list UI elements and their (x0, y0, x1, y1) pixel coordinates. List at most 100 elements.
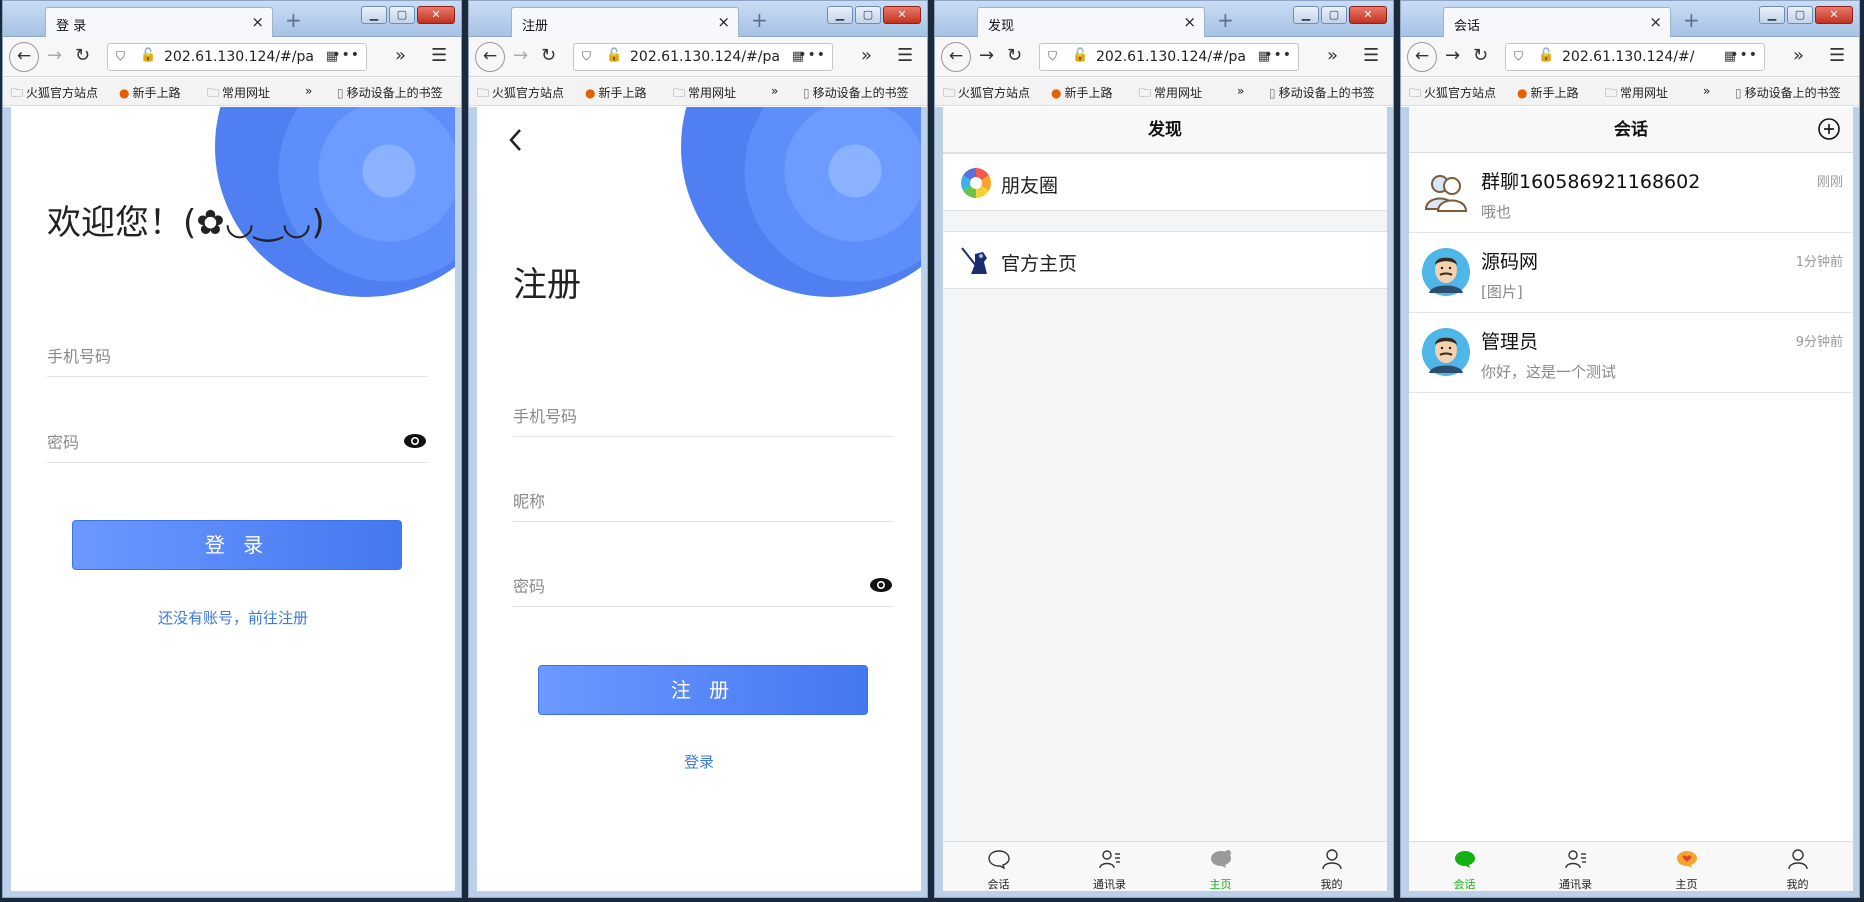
bookmark-item[interactable]: 🗀 火狐官方站点 (477, 84, 564, 105)
forward-arrow-icon[interactable]: → (47, 45, 62, 66)
bookmark-item[interactable]: ▯ 移动设备上的书签 (337, 84, 443, 101)
bookmark-item[interactable]: ▯ 移动设备上的书签 (1269, 84, 1375, 101)
reload-icon[interactable]: ↻ (1007, 45, 1022, 66)
reload-icon[interactable]: ↻ (541, 45, 556, 66)
more-icon[interactable]: ••• (1730, 47, 1758, 63)
tab-close-icon[interactable]: × (251, 13, 264, 31)
bookmark-overflow-icon[interactable]: » (1237, 84, 1244, 98)
bookmark-item[interactable]: 🗀 火狐官方站点 (1409, 84, 1496, 105)
bookmark-item[interactable]: 🗀 火狐官方站点 (943, 84, 1030, 105)
maximize-button[interactable]: ▢ (389, 6, 415, 24)
close-window-button[interactable]: ✕ (1815, 6, 1853, 24)
password-field[interactable] (47, 423, 427, 463)
tab-close-icon[interactable]: × (1183, 13, 1196, 31)
back-chevron-icon[interactable] (507, 125, 525, 155)
more-icon[interactable]: ••• (798, 47, 826, 63)
bookmark-item[interactable]: 🗀 火狐官方站点 (11, 84, 98, 105)
conversation-row[interactable]: 管理员 你好，这是一个测试 9分钟前 (1409, 313, 1853, 393)
tab-contacts[interactable]: 通讯录 (1054, 842, 1165, 893)
bookmark-overflow-icon[interactable]: » (771, 84, 778, 98)
url-text[interactable]: 202.61.130.124/#/pages/register (630, 49, 780, 65)
register-button[interactable]: 注 册 (538, 665, 868, 715)
menu-icon[interactable]: ☰ (431, 45, 447, 66)
overflow-chevron-icon[interactable]: » (1327, 45, 1338, 66)
overflow-chevron-icon[interactable]: » (861, 45, 872, 66)
tab-chat[interactable]: 会话 (943, 842, 1054, 893)
back-arrow-icon[interactable]: ← (9, 42, 39, 72)
login-link[interactable]: 登录 (477, 751, 921, 772)
browser-tab-register[interactable]: 注册 × (511, 7, 739, 37)
url-bar[interactable]: ⛉ 🔓 202.61.130.124/#/pages/register ▦ ••… (573, 43, 833, 71)
login-button[interactable]: 登 录 (72, 520, 402, 570)
browser-tab-login[interactable]: 登 录 × (45, 7, 273, 37)
add-circle-icon[interactable] (1817, 117, 1841, 141)
bookmark-item[interactable]: 🗀 常用网址 (1605, 84, 1668, 105)
tab-contacts[interactable]: 通讯录 (1520, 842, 1631, 893)
phone-field[interactable] (513, 397, 893, 437)
phone-input[interactable] (513, 397, 893, 435)
bookmark-item[interactable]: ▯ 移动设备上的书签 (803, 84, 909, 101)
close-window-button[interactable]: ✕ (1349, 6, 1387, 24)
browser-tab-chat[interactable]: 会话 × (1443, 7, 1671, 37)
password-input[interactable] (47, 423, 427, 461)
browser-tab-discover[interactable]: 发现 × (977, 7, 1205, 37)
minimize-button[interactable]: ▁ (1759, 6, 1785, 24)
menu-icon[interactable]: ☰ (897, 45, 913, 66)
eye-icon[interactable] (403, 433, 427, 449)
bookmark-item[interactable]: ● 新手上路 (1051, 84, 1113, 101)
nickname-input[interactable] (513, 482, 893, 520)
forward-arrow-icon[interactable]: → (513, 45, 528, 66)
url-bar[interactable]: ⛉ 🔓 202.61.130.124/#/pages/login ▦ ••• (107, 43, 367, 71)
url-bar[interactable]: ⛉ 🔓 202.61.130.124/#/pages/discover ▦ ••… (1039, 43, 1299, 71)
overflow-chevron-icon[interactable]: » (1793, 45, 1804, 66)
tab-close-icon[interactable]: × (717, 13, 730, 31)
back-arrow-icon[interactable]: ← (1407, 42, 1437, 72)
eye-icon[interactable] (869, 577, 893, 593)
minimize-button[interactable]: ▁ (827, 6, 853, 24)
new-tab-icon[interactable]: + (285, 8, 302, 32)
phone-field[interactable] (47, 337, 427, 377)
minimize-button[interactable]: ▁ (361, 6, 387, 24)
tab-home[interactable]: 主页 (1631, 842, 1742, 893)
password-input[interactable] (513, 567, 893, 605)
overflow-chevron-icon[interactable]: » (395, 45, 406, 66)
url-text[interactable]: 202.61.130.124/#/ (1562, 49, 1712, 65)
bookmark-item[interactable]: 🗀 常用网址 (673, 84, 736, 105)
menu-icon[interactable]: ☰ (1363, 45, 1379, 66)
bookmark-overflow-icon[interactable]: » (305, 84, 312, 98)
bookmark-item[interactable]: ● 新手上路 (119, 84, 181, 101)
url-text[interactable]: 202.61.130.124/#/pages/login (164, 49, 314, 65)
bookmark-item[interactable]: 🗀 常用网址 (1139, 84, 1202, 105)
reload-icon[interactable]: ↻ (75, 45, 90, 66)
password-field[interactable] (513, 567, 893, 607)
conversation-row[interactable]: 源码网 [图片] 1分钟前 (1409, 233, 1853, 313)
more-icon[interactable]: ••• (332, 47, 360, 63)
close-window-button[interactable]: ✕ (417, 6, 455, 24)
tab-close-icon[interactable]: × (1649, 13, 1662, 31)
new-tab-icon[interactable]: + (751, 8, 768, 32)
phone-input[interactable] (47, 337, 427, 375)
url-bar[interactable]: ⛉ 🔓 202.61.130.124/#/ ▦ ••• (1505, 43, 1765, 71)
minimize-button[interactable]: ▁ (1293, 6, 1319, 24)
discover-item-moments[interactable]: 朋友圈 (943, 153, 1387, 211)
tab-me[interactable]: 我的 (1276, 842, 1387, 893)
maximize-button[interactable]: ▢ (1321, 6, 1347, 24)
menu-icon[interactable]: ☰ (1829, 45, 1845, 66)
more-icon[interactable]: ••• (1264, 47, 1292, 63)
bookmark-item[interactable]: ▯ 移动设备上的书签 (1735, 84, 1841, 101)
tab-me[interactable]: 我的 (1742, 842, 1853, 893)
forward-arrow-icon[interactable]: → (979, 45, 994, 66)
close-window-button[interactable]: ✕ (883, 6, 921, 24)
tab-home[interactable]: 主页 (1165, 842, 1276, 893)
tab-chat[interactable]: 会话 (1409, 842, 1520, 893)
forward-arrow-icon[interactable]: → (1445, 45, 1460, 66)
bookmark-item[interactable]: ● 新手上路 (1517, 84, 1579, 101)
url-text[interactable]: 202.61.130.124/#/pages/discover (1096, 49, 1246, 65)
nickname-field[interactable] (513, 482, 893, 522)
bookmark-item[interactable]: ● 新手上路 (585, 84, 647, 101)
maximize-button[interactable]: ▢ (1787, 6, 1813, 24)
maximize-button[interactable]: ▢ (855, 6, 881, 24)
new-tab-icon[interactable]: + (1217, 8, 1234, 32)
back-arrow-icon[interactable]: ← (475, 42, 505, 72)
bookmark-overflow-icon[interactable]: » (1703, 84, 1710, 98)
